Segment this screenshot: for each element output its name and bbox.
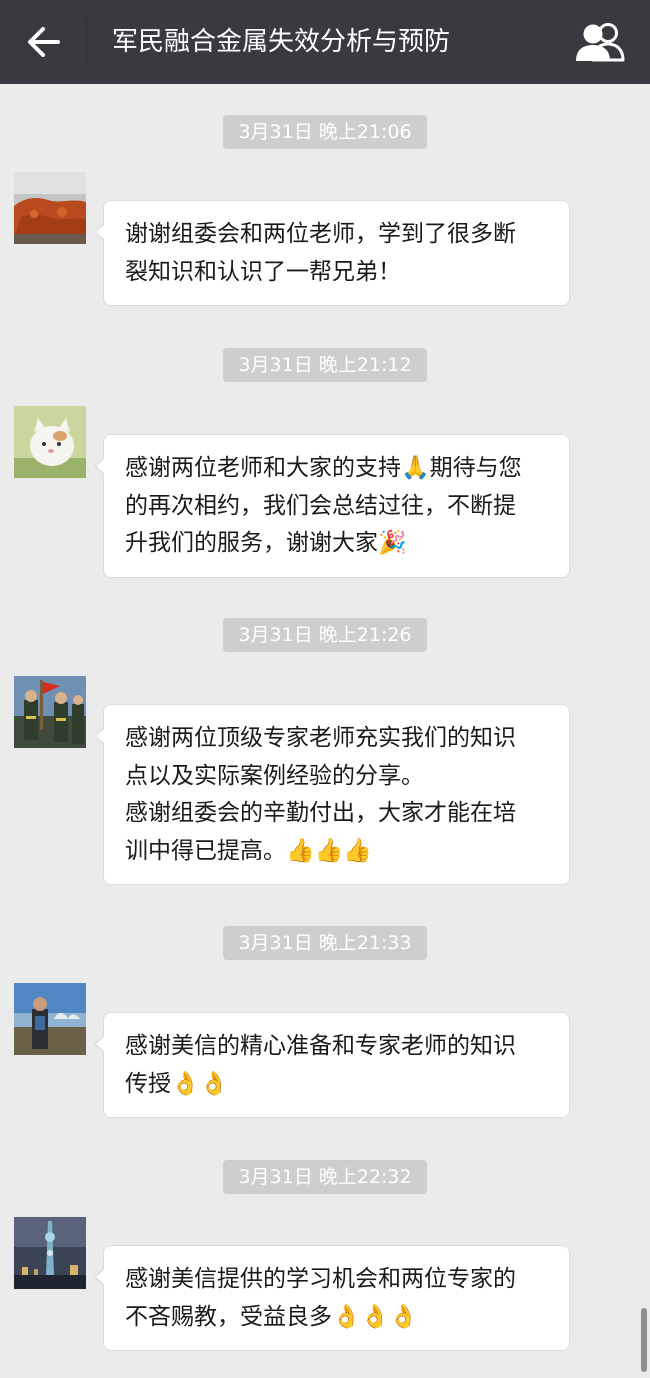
back-button[interactable]: [18, 16, 70, 68]
message-timestamp: 3月31日 晚上21:26: [223, 618, 427, 652]
message-timestamp: 3月31日 晚上21:33: [223, 926, 427, 960]
chat-title: 军民融合金属失效分析与预防: [112, 27, 451, 57]
message-timestamp: 3月31日 晚上21:06: [223, 115, 427, 149]
message-list[interactable]: 3月31日 晚上21:06 谢谢组委会和两位老师，学到了很多断 裂知识和认识了一…: [0, 84, 650, 1378]
message-text-line: 升我们的服务，谢谢大家🎉: [125, 530, 407, 556]
message-text-line: 不吝赐教，受益良多👌👌👌: [125, 1303, 418, 1330]
message-text-line: 感谢美信提供的学习机会和两位专家的: [125, 1266, 516, 1292]
message-timestamp: 3月31日 晚上21:12: [223, 348, 427, 382]
message-text-line: 的再次相约，我们会总结过往，不断提: [125, 492, 516, 519]
message-bubble[interactable]: 谢谢组委会和两位老师，学到了很多断 裂知识和认识了一帮兄弟！: [94, 200, 570, 306]
sender-avatar[interactable]: [14, 172, 86, 244]
message-bubble[interactable]: 感谢美信提供的学习机会和两位专家的 不吝赐教，受益良多👌👌👌: [94, 1245, 570, 1351]
avatar-image: [14, 406, 86, 478]
sender-avatar[interactable]: [14, 676, 86, 748]
avatar-image: [14, 983, 86, 1055]
message-text-line: 感谢组委会的辛勤付出，大家才能在培: [125, 800, 516, 826]
message-text-line: 裂知识和认识了一帮兄弟！: [125, 258, 401, 285]
message-timestamp: 3月31日 晚上22:32: [223, 1160, 427, 1194]
title-bar: 军民融合金属失效分析与预防: [0, 0, 650, 84]
avatar-image: [14, 676, 86, 748]
message-bubble[interactable]: 感谢两位顶级专家老师充实我们的知识 点以及实际案例经验的分享。 感谢组委会的辛勤…: [94, 704, 570, 885]
group-members-button[interactable]: [572, 18, 628, 66]
avatar-image: [14, 1217, 86, 1289]
message-text-line: 训中得已提高。👍👍👍: [125, 837, 372, 864]
sender-avatar[interactable]: [14, 983, 86, 1055]
sender-avatar[interactable]: [14, 406, 86, 478]
avatar-image: [14, 172, 86, 244]
message-bubble[interactable]: 感谢两位老师和大家的支持🙏期待与您 的再次相约，我们会总结过往，不断提 升我们的…: [94, 434, 570, 578]
group-members-icon: [576, 23, 625, 62]
message-text-line: 感谢两位顶级专家老师充实我们的知识: [125, 725, 516, 751]
title-divider: [86, 20, 87, 64]
message-text-line: 感谢美信的精心准备和专家老师的知识: [125, 1033, 516, 1059]
message-text-line: 传授👌👌: [125, 1070, 229, 1097]
back-arrow-icon: [28, 27, 60, 57]
message-text-line: 谢谢组委会和两位老师，学到了很多断: [125, 221, 516, 247]
sender-avatar[interactable]: [14, 1217, 86, 1289]
message-text-line: 感谢两位老师和大家的支持🙏期待与您: [125, 455, 522, 481]
message-text-line: 点以及实际案例经验的分享。: [125, 762, 424, 789]
message-bubble[interactable]: 感谢美信的精心准备和专家老师的知识 传授👌👌: [94, 1012, 570, 1118]
chat-scrollbar[interactable]: [641, 1308, 647, 1372]
